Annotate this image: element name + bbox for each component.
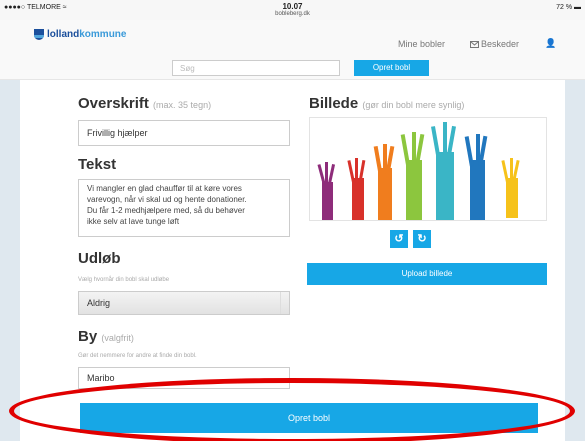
municipality-emblem-icon	[34, 29, 44, 40]
hand-green	[400, 132, 425, 220]
logo-text-kommune: kommune	[79, 29, 127, 40]
hand-orange	[373, 144, 395, 220]
search-row: Opret bobl	[0, 54, 585, 80]
city-hint: Gør det nemmere for andre at finde din b…	[78, 353, 197, 359]
description-line: Vi mangler en glad chauffør til at køre …	[87, 184, 242, 193]
description-line: varevogn, når vi skal ud og hente donati…	[87, 195, 247, 204]
user-icon[interactable]: 👤	[545, 38, 556, 49]
headline-input[interactable]: Frivillig hjælper	[78, 120, 290, 146]
hand-blue	[464, 134, 488, 220]
image-label: Billede (gør din bobl mere synlig)	[309, 95, 464, 112]
nav-messages-label: Beskeder	[481, 39, 520, 49]
city-optional-hint: (valgfrit)	[101, 333, 134, 343]
expiry-hint: Vælg hvornår din bobl skal udløbe	[78, 277, 170, 283]
envelope-icon	[470, 41, 479, 48]
city-label-text: By	[78, 328, 98, 345]
expiry-select[interactable]: Aldrig	[78, 291, 290, 315]
search-input[interactable]	[172, 60, 340, 76]
hand-teal	[431, 122, 456, 220]
description-textarea[interactable]: Vi mangler en glad chauffør til at køre …	[78, 179, 290, 237]
upload-image-button[interactable]: Upload billede	[307, 263, 547, 285]
ios-status-bar: ●●●●○ TELMORE ≈ 10.07 bobleberg.dk 72 % …	[0, 0, 585, 20]
headline-label-text: Overskrift	[78, 95, 149, 112]
status-time: 10.07	[282, 2, 303, 11]
rotate-right-icon[interactable]: ↻	[413, 230, 431, 248]
expiry-selected-value: Aldrig	[87, 298, 111, 308]
description-line: Du får 1-2 medhjælpere med, så du behøve…	[87, 206, 245, 215]
image-label-text: Billede	[309, 95, 359, 112]
text-label: Tekst	[78, 156, 117, 173]
expiry-label: Udløb	[78, 250, 121, 267]
browser-url[interactable]: bobleberg.dk	[0, 11, 585, 17]
create-bubble-top-button[interactable]: Opret bobl	[354, 60, 429, 76]
headline-hint: (max. 35 tegn)	[153, 100, 212, 110]
headline-label: Overskrift (max. 35 tegn)	[78, 95, 211, 112]
bubble-image-preview	[309, 117, 547, 221]
city-label: By (valgfrit)	[78, 328, 134, 345]
hand-purple	[317, 162, 336, 220]
image-hint: (gør din bobl mere synlig)	[362, 100, 465, 110]
nav-messages[interactable]: Beskeder	[470, 39, 519, 49]
top-navbar: lolland kommune Mine bobler Beskeder 👤	[0, 20, 585, 54]
battery-indicator: 72 % ▬	[556, 4, 581, 11]
select-arrow-icon	[280, 292, 289, 314]
hand-yellow	[501, 158, 520, 218]
nav-my-bubbles[interactable]: Mine bobler	[398, 39, 445, 49]
hand-red	[347, 158, 366, 220]
red-annotation-ellipse	[9, 378, 575, 441]
description-line: ikke selv at lave tunge løft	[87, 217, 180, 226]
site-logo[interactable]: lolland kommune	[34, 29, 126, 40]
rotate-left-icon[interactable]: ↺	[390, 230, 408, 248]
logo-text-lolland: lolland	[47, 29, 80, 40]
raised-hands-image	[317, 122, 520, 220]
